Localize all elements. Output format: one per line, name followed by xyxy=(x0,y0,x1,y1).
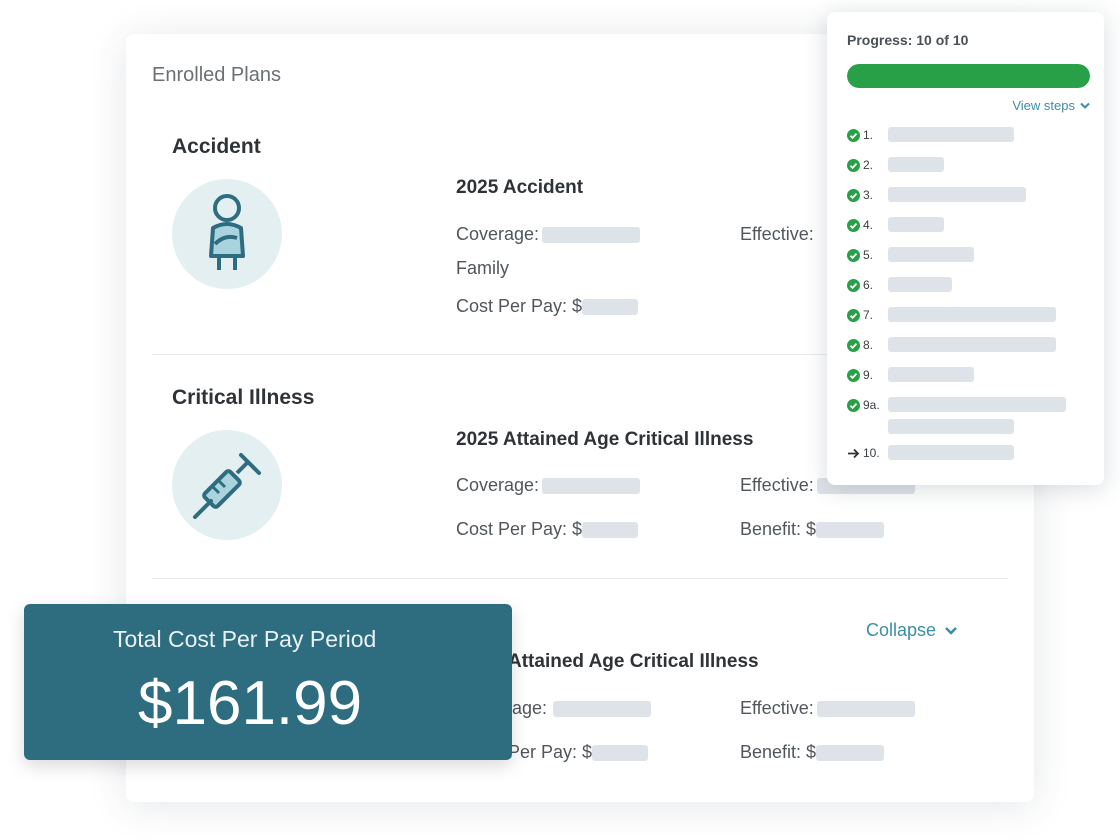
effective-field: Effective: xyxy=(740,698,915,719)
step-item[interactable]: 8. xyxy=(847,337,885,353)
effective-label: Effective: xyxy=(740,224,814,244)
coverage-field: Coverage: xyxy=(456,224,641,245)
chevron-down-icon xyxy=(1080,102,1090,109)
coverage-label: Coverage: xyxy=(456,224,540,244)
check-circle-icon xyxy=(847,188,860,202)
view-steps-label: View steps xyxy=(1012,98,1075,113)
collapse-label: Collapse xyxy=(866,620,937,640)
step-number: 6. xyxy=(863,278,874,292)
step-number: 3. xyxy=(863,188,874,202)
step-label-redacted xyxy=(888,337,1056,352)
redacted-value xyxy=(816,701,915,718)
step-number: 9a. xyxy=(863,398,880,412)
cost-per-pay-field: Cost Per Pay: $ xyxy=(456,296,639,317)
check-circle-icon xyxy=(847,218,860,232)
check-circle-icon xyxy=(847,278,860,292)
view-steps-link[interactable]: View steps xyxy=(1012,98,1090,113)
redacted-value xyxy=(582,299,639,316)
progress-label: Progress: 10 of 10 xyxy=(847,32,969,48)
chevron-down-icon xyxy=(944,620,958,641)
plan-title-accident: 2025 Accident xyxy=(456,177,584,198)
step-number: 10. xyxy=(863,446,880,460)
benefit-field: Benefit: $ xyxy=(740,519,885,540)
person-injury-icon xyxy=(172,179,282,289)
step-item[interactable]: 4. xyxy=(847,217,885,233)
step-number: 7. xyxy=(863,308,874,322)
step-number: 9. xyxy=(863,368,874,382)
coverage-label: Coverage: xyxy=(456,475,540,495)
progress-panel: Progress: 10 of 10 View steps 1. 2. 3. 4. 5.… xyxy=(827,12,1104,485)
effective-label: Effective: xyxy=(740,698,814,718)
step-item[interactable]: 1. xyxy=(847,127,885,143)
plan-title-critical-illness-2: Attained Age Critical Illness xyxy=(508,651,759,672)
step-label-redacted xyxy=(888,217,944,232)
card-title: Enrolled Plans xyxy=(152,64,281,86)
total-cost-value: $161.99 xyxy=(138,669,363,738)
coverage-field: age: xyxy=(512,698,652,719)
check-circle-icon xyxy=(847,368,860,382)
redacted-value xyxy=(542,478,641,495)
step-item[interactable]: 6. xyxy=(847,277,885,293)
step-label-redacted xyxy=(888,157,944,172)
step-number: 4. xyxy=(863,218,874,232)
cost-label: Cost Per Pay: $ xyxy=(456,519,583,539)
step-number: 1. xyxy=(863,128,874,142)
redacted-value xyxy=(542,227,641,244)
check-circle-icon xyxy=(847,248,860,262)
step-item[interactable]: 9. xyxy=(847,367,885,383)
step-label-redacted xyxy=(888,247,974,262)
step-item[interactable]: 9a. xyxy=(847,397,885,413)
total-cost-panel: Total Cost Per Pay Period $161.99 xyxy=(24,604,512,760)
plan-name-critical-illness: Critical Illness xyxy=(172,386,315,409)
redacted-value xyxy=(553,701,652,718)
step-number: 2. xyxy=(863,158,874,172)
step-label-redacted xyxy=(888,397,1066,412)
step-label-redacted xyxy=(888,419,1014,434)
progress-bar xyxy=(847,64,1090,88)
step-label-redacted xyxy=(888,367,974,382)
step-number: 5. xyxy=(863,248,874,262)
step-label-redacted xyxy=(888,307,1056,322)
cost-per-pay-field: Per Pay: $ xyxy=(508,742,649,763)
step-item[interactable]: 3. xyxy=(847,187,885,203)
cost-label: Cost Per Pay: $ xyxy=(456,296,583,316)
cost-label: Per Pay: $ xyxy=(508,742,593,762)
step-item[interactable]: 10. xyxy=(847,445,885,461)
progress-bar-fill xyxy=(847,64,1090,88)
step-label-redacted xyxy=(888,445,1014,460)
coverage-value: Family xyxy=(456,258,509,278)
coverage-field: Coverage: xyxy=(456,475,641,496)
step-item[interactable]: 7. xyxy=(847,307,885,323)
benefit-label: Benefit: $ xyxy=(740,519,817,539)
redacted-value xyxy=(816,745,885,762)
coverage-label: age: xyxy=(512,698,548,718)
check-circle-icon xyxy=(847,158,860,172)
benefit-field: Benefit: $ xyxy=(740,742,885,763)
step-label-redacted xyxy=(888,127,1014,142)
check-circle-icon xyxy=(847,338,860,352)
check-circle-icon xyxy=(847,398,860,412)
check-circle-icon xyxy=(847,128,860,142)
benefit-label: Benefit: $ xyxy=(740,742,817,762)
cost-per-pay-field: Cost Per Pay: $ xyxy=(456,519,639,540)
step-number: 8. xyxy=(863,338,874,352)
total-cost-label: Total Cost Per Pay Period xyxy=(113,626,377,652)
plan-name-accident: Accident xyxy=(172,135,261,158)
divider xyxy=(152,578,1008,579)
redacted-value xyxy=(816,522,885,539)
plan-title-critical-illness: 2025 Attained Age Critical Illness xyxy=(456,429,754,450)
redacted-value xyxy=(592,745,649,762)
collapse-button[interactable]: Collapse xyxy=(866,620,958,641)
step-label-redacted xyxy=(888,187,1026,202)
step-label-redacted xyxy=(888,277,952,292)
effective-field: Effective: xyxy=(740,224,814,245)
arrow-right-icon xyxy=(847,447,860,460)
syringe-icon xyxy=(172,430,282,540)
check-circle-icon xyxy=(847,308,860,322)
step-item[interactable]: 2. xyxy=(847,157,885,173)
redacted-value xyxy=(582,522,639,539)
step-item[interactable]: 5. xyxy=(847,247,885,263)
effective-label: Effective: xyxy=(740,475,814,495)
